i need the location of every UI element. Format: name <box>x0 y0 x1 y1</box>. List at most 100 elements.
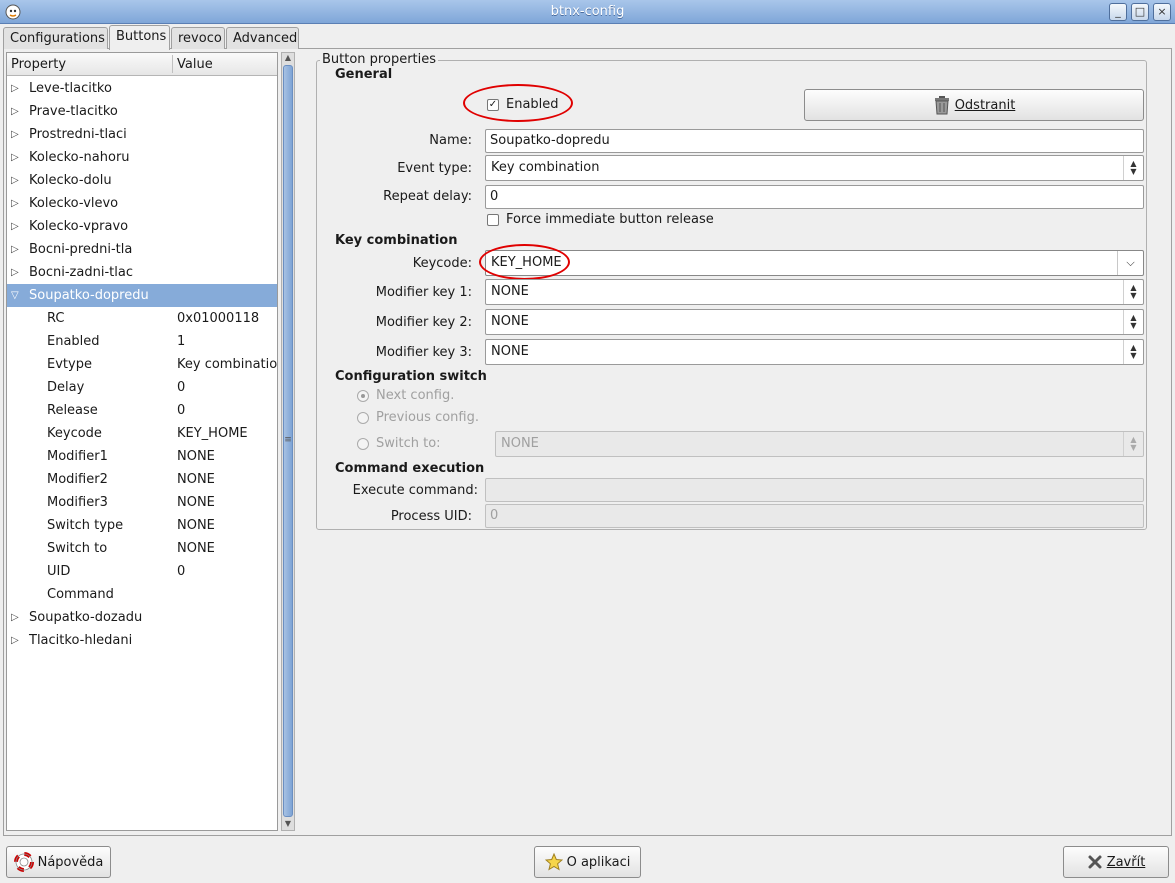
title-bar: btnx-config _ □ × <box>0 0 1175 24</box>
updown-icon: ▲ ▼ <box>1123 340 1143 364</box>
next-config-label[interactable]: Next config. <box>376 388 454 403</box>
expander-icon[interactable]: ▷ <box>11 146 23 169</box>
switch-to-radio[interactable] <box>357 438 369 450</box>
tree-item[interactable]: ▷ Tlacitko-hledani <box>7 629 277 652</box>
scroll-up-icon[interactable]: ▲ <box>282 53 294 62</box>
tree-child-row[interactable]: Release 0 <box>7 399 277 422</box>
expander-icon[interactable]: ▷ <box>11 192 23 215</box>
tree-item[interactable]: ▷ Prave-tlacitko <box>7 100 277 123</box>
expander-icon[interactable]: ▷ <box>11 100 23 123</box>
tree-item[interactable]: ▷ Leve-tlacitko <box>7 77 277 100</box>
tree-child-row[interactable]: UID 0 <box>7 560 277 583</box>
modifier2-combo[interactable]: NONE ▲ ▼ <box>485 309 1144 335</box>
next-config-radio[interactable] <box>357 390 369 402</box>
tree-child-row[interactable]: Evtype Key combinatio <box>7 353 277 376</box>
modifier1-combo[interactable]: NONE ▲ ▼ <box>485 279 1144 305</box>
previous-config-radio[interactable] <box>357 412 369 424</box>
window-title: btnx-config <box>550 4 625 19</box>
updown-icon: ▲ ▼ <box>1123 310 1143 334</box>
section-command-execution: Command execution <box>335 461 485 476</box>
expander-icon[interactable]: ▷ <box>11 606 23 629</box>
tree-child-row[interactable]: Modifier3 NONE <box>7 491 277 514</box>
close-button[interactable]: Zavřít <box>1063 846 1169 878</box>
tree-child-row[interactable]: Enabled 1 <box>7 330 277 353</box>
tree-child-row[interactable]: Modifier2 NONE <box>7 468 277 491</box>
name-label: Name: <box>429 133 472 148</box>
event-type-label: Event type: <box>397 161 472 176</box>
section-general: General <box>335 67 393 82</box>
close-window-button[interactable]: × <box>1153 3 1171 21</box>
grip-icon: ≡ <box>284 435 292 445</box>
frame-title: Button properties <box>320 52 439 67</box>
force-release-label[interactable]: Force immediate button release <box>506 212 714 227</box>
switch-to-label[interactable]: Switch to: <box>376 436 441 451</box>
scroll-down-icon[interactable]: ▼ <box>282 819 294 828</box>
updown-icon: ▲ ▼ <box>1123 432 1143 456</box>
modifier1-label: Modifier key 1: <box>375 285 472 300</box>
repeat-delay-label: Repeat delay: <box>383 189 472 204</box>
tree-child-row[interactable]: RC 0x01000118 <box>7 307 277 330</box>
tree-child-row[interactable]: Delay 0 <box>7 376 277 399</box>
close-x-icon <box>1088 855 1102 869</box>
force-release-checkbox[interactable] <box>487 214 499 226</box>
expander-icon[interactable]: ▷ <box>11 169 23 192</box>
expander-icon[interactable]: ▷ <box>11 215 23 238</box>
expander-open-icon[interactable]: ▽ <box>11 284 23 307</box>
updown-icon: ▲ ▼ <box>1123 280 1143 304</box>
tree-item[interactable]: ▷ Kolecko-vpravo <box>7 215 277 238</box>
expander-icon[interactable]: ▷ <box>11 77 23 100</box>
maximize-button[interactable]: □ <box>1131 3 1149 21</box>
annotation-circle <box>463 84 573 122</box>
tree-child-row[interactable]: Command <box>7 583 277 606</box>
button-tree[interactable]: Property Value ▷ Leve-tlacitko ▷ Prave-tla… <box>6 52 278 831</box>
tree-header: Property Value <box>7 53 277 76</box>
execute-command-label: Execute command: <box>352 483 478 498</box>
tree-item[interactable]: ▷ Kolecko-nahoru <box>7 146 277 169</box>
process-uid-label: Process UID: <box>390 509 472 524</box>
help-button-label: Nápověda <box>37 854 104 870</box>
previous-config-label[interactable]: Previous config. <box>376 410 479 425</box>
expander-icon[interactable]: ▷ <box>11 261 23 284</box>
tab-revoco[interactable]: revoco <box>171 27 225 49</box>
expander-icon[interactable]: ▷ <box>11 629 23 652</box>
section-configuration-switch: Configuration switch <box>335 369 487 384</box>
remove-button[interactable]: Odstranit <box>804 89 1144 121</box>
tree-item[interactable]: ▷ Soupatko-dozadu <box>7 606 277 629</box>
column-header-value[interactable]: Value <box>177 57 213 72</box>
tree-item[interactable]: ▷ Kolecko-vlevo <box>7 192 277 215</box>
tree-child-row[interactable]: Switch type NONE <box>7 514 277 537</box>
modifier3-combo[interactable]: NONE ▲ ▼ <box>485 339 1144 365</box>
tab-configurations[interactable]: Configurations <box>3 27 108 49</box>
expander-icon[interactable]: ▷ <box>11 238 23 261</box>
annotation-circle <box>479 244 570 280</box>
tree-child-row[interactable]: Modifier1 NONE <box>7 445 277 468</box>
tree-item[interactable]: ▷ Kolecko-dolu <box>7 169 277 192</box>
dropdown-arrow-icon[interactable]: ⌵ <box>1117 251 1143 275</box>
tree-item-selected[interactable]: ▽ Soupatko-dopredu <box>7 284 277 307</box>
tree-item[interactable]: ▷ Bocni-predni-tla <box>7 238 277 261</box>
about-button[interactable]: O aplikaci <box>534 846 641 878</box>
keycode-combo[interactable]: KEY_HOME ⌵ <box>485 250 1144 276</box>
event-type-combo[interactable]: Key combination ▲ ▼ <box>485 155 1144 181</box>
execute-command-input[interactable] <box>485 478 1144 502</box>
close-button-label: Zavřít <box>1106 854 1146 870</box>
column-header-property[interactable]: Property <box>11 57 66 72</box>
about-button-label: O aplikaci <box>566 854 631 870</box>
tree-child-row[interactable]: Switch to NONE <box>7 537 277 560</box>
tab-buttons[interactable]: Buttons <box>109 25 170 50</box>
name-input[interactable]: Soupatko-dopredu <box>485 129 1144 153</box>
modifier3-label: Modifier key 3: <box>375 345 472 360</box>
star-icon <box>544 853 563 871</box>
expander-icon[interactable]: ▷ <box>11 123 23 146</box>
tree-item[interactable]: ▷ Prostredni-tlaci <box>7 123 277 146</box>
process-uid-input[interactable]: 0 <box>485 504 1144 528</box>
tree-child-row[interactable]: Keycode KEY_HOME <box>7 422 277 445</box>
tab-advanced[interactable]: Advanced <box>226 27 299 49</box>
tree-item[interactable]: ▷ Bocni-zadni-tlac <box>7 261 277 284</box>
minimize-button[interactable]: _ <box>1109 3 1127 21</box>
switch-to-combo[interactable]: NONE ▲ ▼ <box>495 431 1144 457</box>
help-button[interactable]: Nápověda <box>6 846 111 878</box>
lifebuoy-icon <box>13 852 34 872</box>
repeat-delay-input[interactable]: 0 <box>485 185 1144 209</box>
section-key-combination: Key combination <box>335 233 458 248</box>
